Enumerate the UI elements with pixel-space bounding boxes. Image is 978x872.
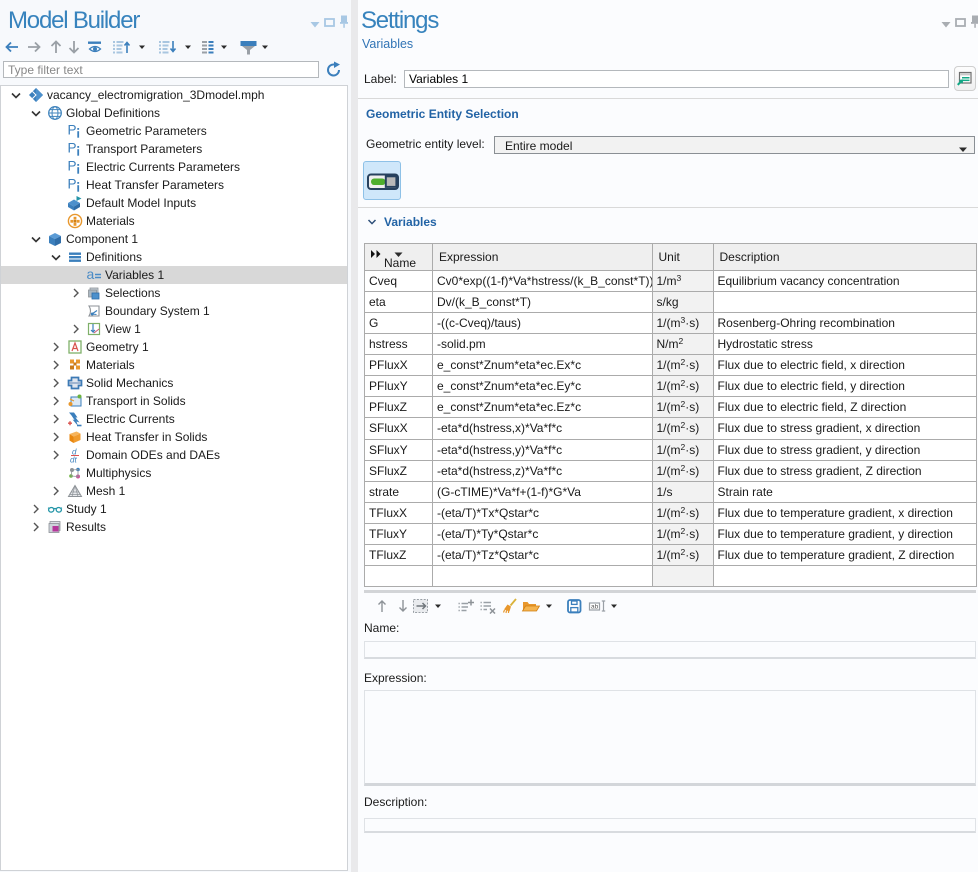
svg-text:P: P	[68, 159, 77, 174]
svg-text:ab: ab	[591, 604, 599, 611]
svg-text:dt: dt	[70, 456, 77, 464]
svg-text:P: P	[68, 177, 77, 192]
svg-text:P: P	[68, 123, 77, 138]
svg-text:P: P	[68, 141, 77, 156]
svg-text:a: a	[87, 267, 95, 282]
